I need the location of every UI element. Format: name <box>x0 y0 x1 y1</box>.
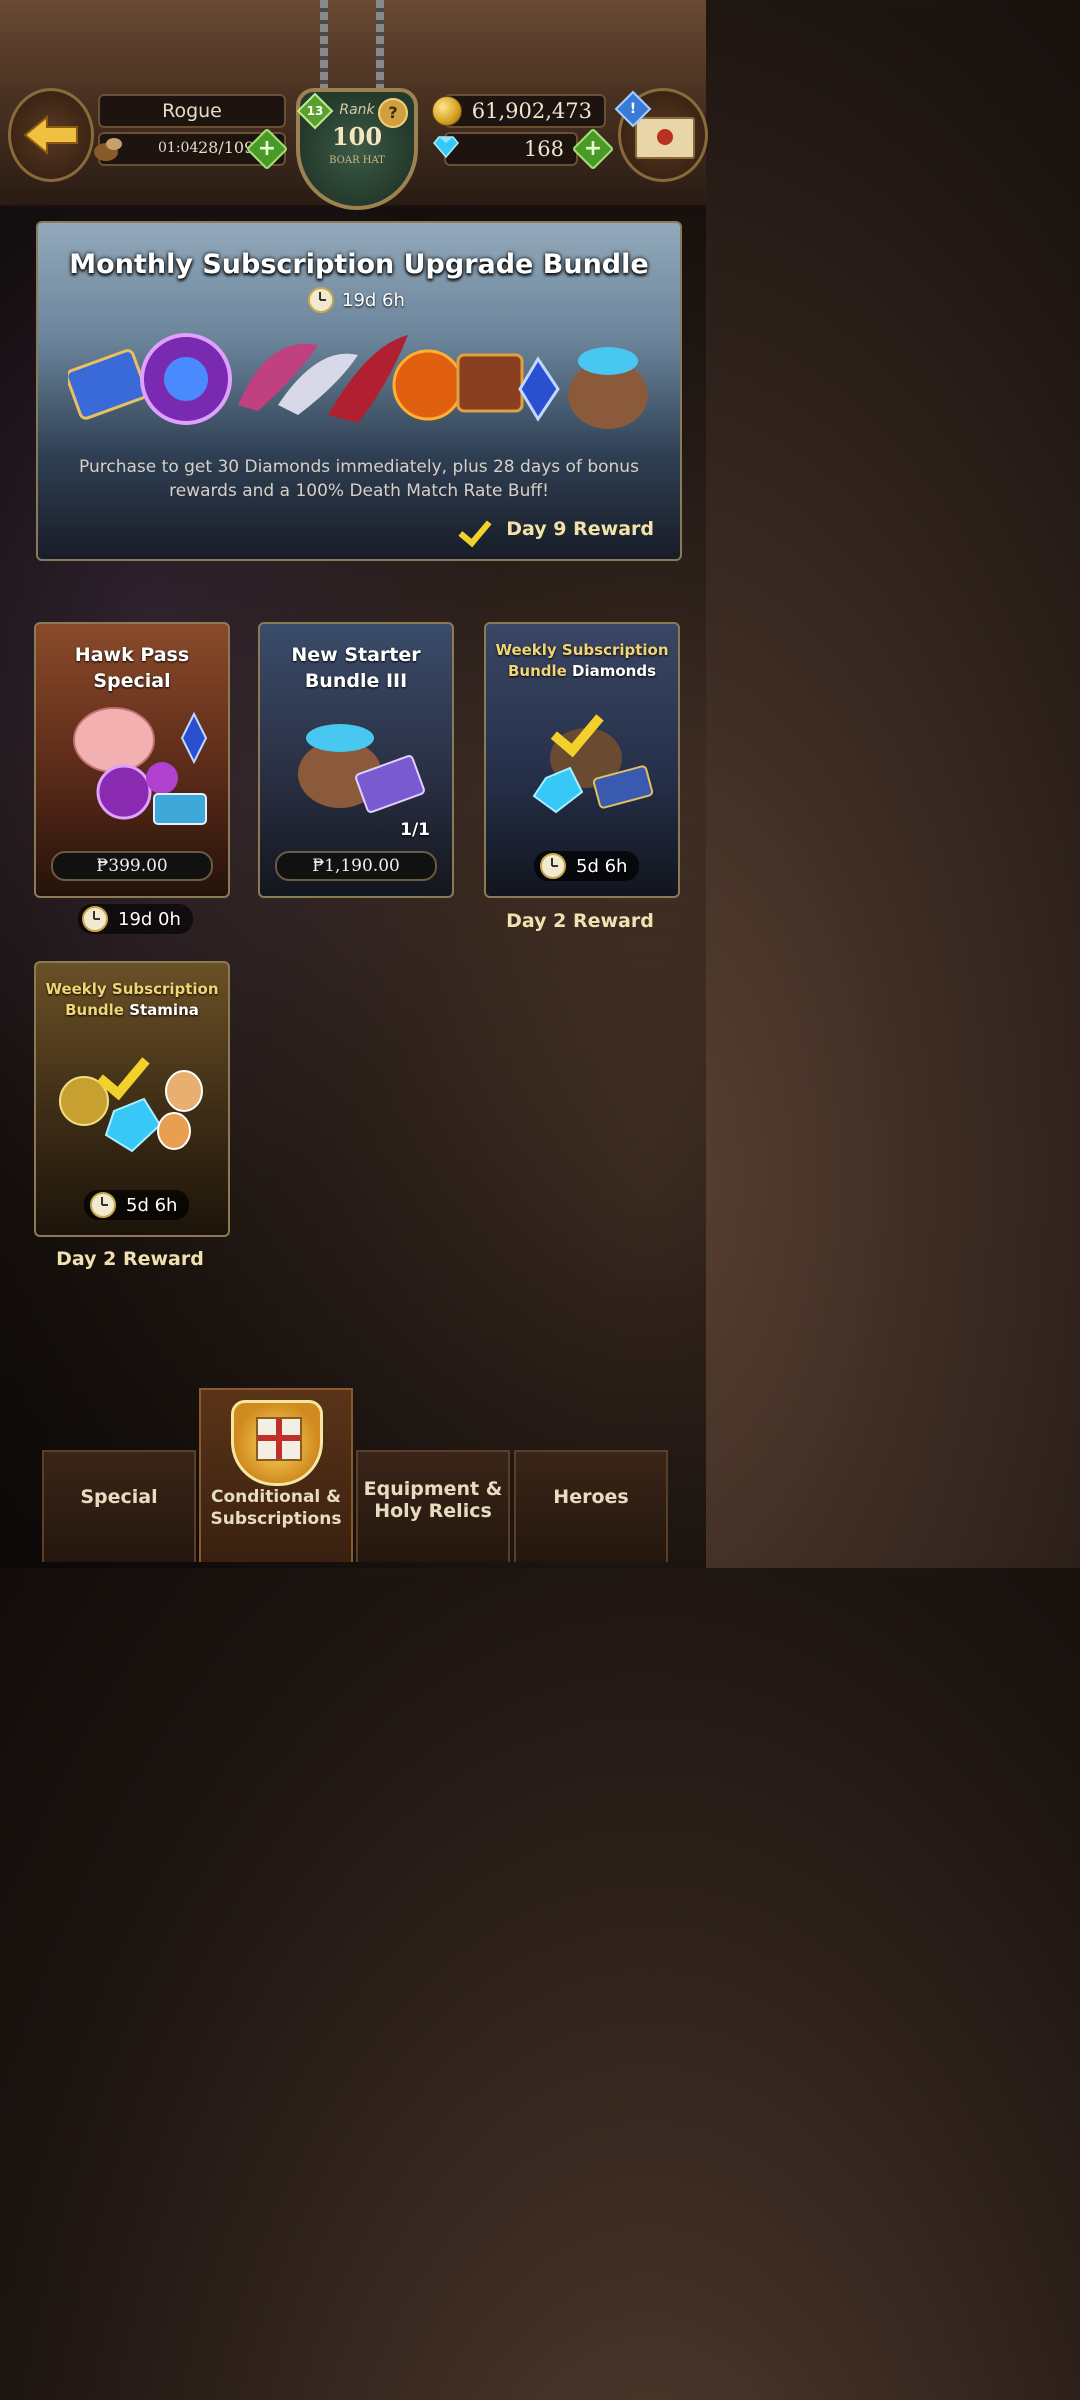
hawk-pass-timer-text: 19d 0h <box>118 908 181 930</box>
checkmark-icon <box>553 709 611 747</box>
starter-bundle-price: ₱1,190.00 <box>275 851 437 881</box>
card-title: Hawk Pass Special <box>74 644 190 692</box>
weekly-diamonds-card[interactable]: Weekly Subscription Bundle Diamonds 5d 6… <box>484 622 680 898</box>
tab-label: Conditional & Subscriptions <box>210 1487 342 1529</box>
weekly-diamonds-reward-label: Day 2 Reward <box>506 910 654 932</box>
gold-amount: 61,902,473 <box>471 99 592 123</box>
banner-timer: 19d 6h <box>308 287 405 313</box>
banner-description: Purchase to get 30 Diamonds immediately,… <box>79 457 639 501</box>
gift-clock-icon <box>231 1400 323 1486</box>
weekly-stamina-card[interactable]: Weekly Subscription Bundle Stamina 5d 6h <box>34 961 230 1237</box>
plus-icon: + <box>257 136 277 161</box>
diamond-amount: 168 <box>523 137 564 161</box>
tab-special[interactable]: Special <box>42 1450 196 1562</box>
checkmark-icon <box>99 1052 157 1090</box>
hawk-pass-timer: 19d 0h <box>78 904 193 934</box>
add-diamonds-button[interactable]: + <box>571 127 615 171</box>
plus-icon: + <box>583 136 603 161</box>
back-arrow-icon <box>23 114 78 156</box>
tab-conditional-subscriptions[interactable]: Conditional & Subscriptions <box>199 1388 353 1562</box>
weekly-stamina-reward-label: Day 2 Reward <box>56 1248 204 1270</box>
card-title: Weekly Subscription Bundle Diamonds <box>495 641 669 680</box>
checkmark-icon <box>460 517 496 541</box>
player-name: Rogue <box>98 94 286 128</box>
gold-panel: 61,902,473 <box>444 94 606 128</box>
tab-label: Heroes <box>553 1486 629 1508</box>
banner-day-reward: Day 9 Reward <box>460 517 654 541</box>
monthly-subscription-banner[interactable]: Monthly Subscription Upgrade Bundle 19d … <box>36 221 682 561</box>
chain-right <box>376 0 384 95</box>
clock-icon <box>540 853 566 879</box>
tab-heroes[interactable]: Heroes <box>514 1450 668 1562</box>
card-title: New Starter Bundle III <box>291 644 421 692</box>
clock-icon <box>82 906 108 932</box>
card-title: Weekly Subscription Bundle Stamina <box>45 980 219 1019</box>
gold-coin-icon <box>432 96 462 126</box>
weekly-diamonds-timer-text: 5d 6h <box>576 855 628 877</box>
hawk-pass-special-card[interactable]: Hawk Pass Special ₱399.00 <box>34 622 230 898</box>
stamina-icon <box>94 138 122 161</box>
top-bar: Rogue 01:04 28/109 + Rank 100 BOAR HAT 1… <box>0 0 708 210</box>
banner-reward-label: Day 9 Reward <box>506 518 654 540</box>
level-value: 13 <box>306 104 324 118</box>
rank-title: BOAR HAT <box>329 155 385 166</box>
weekly-stamina-timer-text: 5d 6h <box>126 1194 178 1216</box>
tab-label: Special <box>80 1486 158 1508</box>
banner-title: Monthly Subscription Upgrade Bundle <box>69 249 649 280</box>
purchase-limit: 1/1 <box>400 820 430 840</box>
mail-icon <box>635 117 695 159</box>
hawk-pass-items-image <box>73 707 208 825</box>
banner-timer-text: 19d 6h <box>342 289 405 311</box>
help-icon[interactable]: ? <box>378 98 408 128</box>
diamond-icon <box>433 136 459 158</box>
starter-bundle-items-image <box>298 724 425 813</box>
diamond-panel: 168 <box>444 132 578 166</box>
clock-icon <box>90 1192 116 1218</box>
hawk-pass-price: ₱399.00 <box>51 851 213 881</box>
bundle-items-image <box>68 333 648 429</box>
tab-label: Equipment & Holy Relics <box>363 1478 503 1522</box>
clock-icon <box>308 287 334 313</box>
weekly-stamina-timer: 5d 6h <box>84 1190 190 1220</box>
tab-equipment-holy-relics[interactable]: Equipment & Holy Relics <box>356 1450 510 1562</box>
weekly-diamonds-timer: 5d 6h <box>534 851 640 881</box>
chain-left <box>320 0 328 95</box>
new-starter-bundle-card[interactable]: New Starter Bundle III 1/1 ₱1,190.00 <box>258 622 454 898</box>
back-button[interactable] <box>8 88 94 182</box>
stamina-timer: 01:04 <box>158 140 199 156</box>
